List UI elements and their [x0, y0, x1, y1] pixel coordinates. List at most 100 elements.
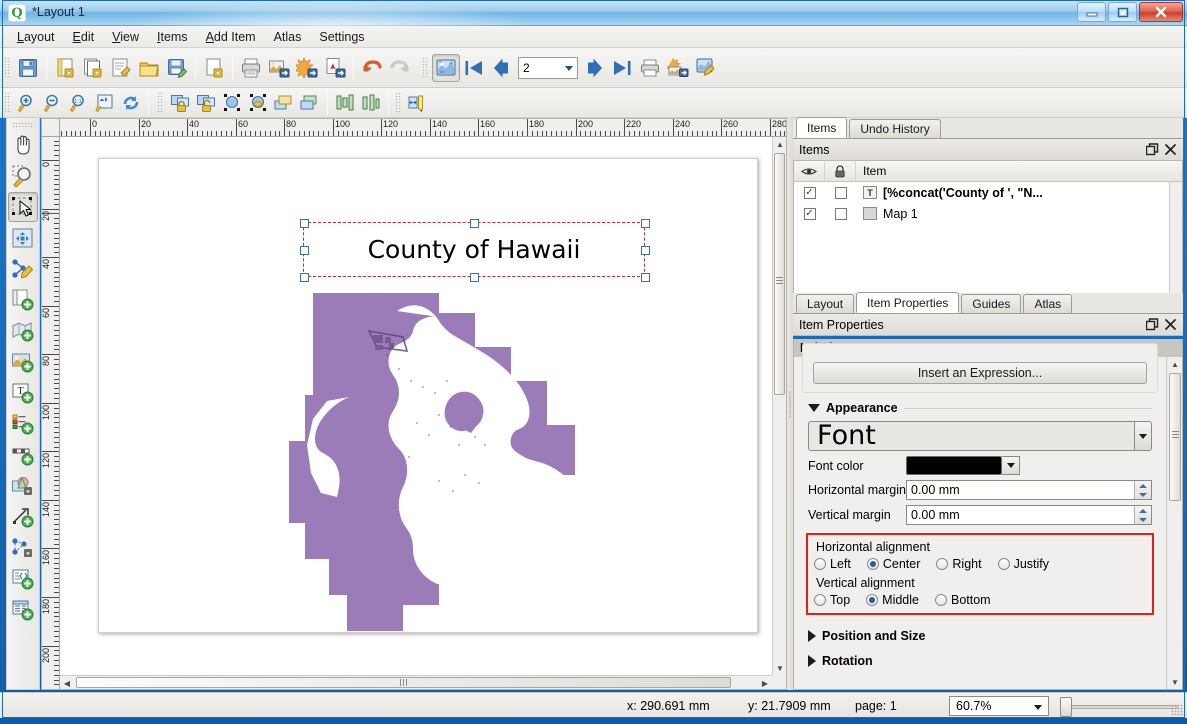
float-panel-icon[interactable] [1143, 141, 1161, 159]
font-button[interactable]: Font [808, 421, 1152, 451]
menu-layout[interactable]: Layout [8, 27, 64, 47]
export-atlas-image-icon[interactable] [664, 54, 692, 82]
radio-valign-middle[interactable]: Middle [866, 593, 919, 607]
redo-icon[interactable] [386, 54, 414, 82]
radio-align-center[interactable]: Center [867, 557, 921, 571]
tab-item-properties[interactable]: Item Properties [856, 292, 959, 313]
unlock-items-icon[interactable] [193, 91, 219, 115]
chevron-down-icon[interactable] [1134, 422, 1151, 450]
table-row[interactable]: ✓ T [%concat('County of ', "N... [794, 182, 1182, 203]
print-icon[interactable] [237, 54, 265, 82]
map-item-map1[interactable] [289, 285, 589, 645]
maximize-button[interactable] [1108, 2, 1137, 22]
atlas-toolbar-grip[interactable] [422, 57, 429, 79]
stepper-up-icon[interactable] [1135, 506, 1151, 515]
resize-handle-s[interactable] [470, 273, 479, 282]
add-picture-icon[interactable] [8, 347, 38, 377]
previous-feature-icon[interactable] [488, 54, 516, 82]
resize-handle-sw[interactable] [300, 273, 309, 282]
vertical-ruler[interactable]: 020406080100120140160180200 [42, 137, 60, 689]
tab-items[interactable]: Items [796, 117, 847, 138]
item-visibility-checkbox[interactable]: ✓ [794, 208, 825, 220]
group-items-icon[interactable] [219, 91, 245, 115]
zoom-level-combo[interactable]: 60.7% [949, 696, 1049, 716]
lock-items-icon[interactable] [167, 91, 193, 115]
stepper-down-icon[interactable] [1135, 515, 1151, 524]
scroll-down-icon[interactable]: ▼ [1167, 675, 1183, 689]
minimize-button[interactable] [1077, 2, 1106, 22]
horizontal-margin-spinbox[interactable]: 0.00 mm [906, 480, 1152, 500]
toolbar-grip[interactable] [395, 92, 402, 114]
radio-align-justify[interactable]: Justify [998, 557, 1049, 571]
open-template-icon[interactable] [135, 54, 163, 82]
tab-atlas[interactable]: Atlas [1023, 294, 1072, 313]
ungroup-items-icon[interactable] [245, 91, 271, 115]
canvas-vertical-scrollbar[interactable]: ▲ ▼ [772, 137, 786, 675]
position-and-size-section-header[interactable]: Position and Size [808, 629, 1166, 643]
stepper-up-icon[interactable] [1135, 481, 1151, 490]
save-template-icon[interactable] [163, 54, 191, 82]
scroll-right-icon[interactable]: ▶ [758, 676, 772, 690]
atlas-settings-icon[interactable] [692, 54, 720, 82]
toolbox-grip[interactable] [12, 122, 34, 128]
layout-manager-icon[interactable] [107, 54, 135, 82]
add-node-item-icon[interactable] [8, 533, 38, 563]
toolbar-grip[interactable] [4, 57, 11, 79]
scroll-down-icon[interactable]: ▼ [773, 661, 787, 675]
add-table-icon[interactable] [8, 595, 38, 625]
export-pdf-icon[interactable] [321, 54, 349, 82]
appearance-section-header[interactable]: Appearance [808, 401, 1166, 415]
resize-handle-w[interactable] [300, 246, 309, 255]
horizontal-ruler[interactable]: 020406080100120140160180200220240260280 [60, 119, 786, 137]
print-atlas-icon[interactable] [636, 54, 664, 82]
zoom-full-icon[interactable] [92, 91, 118, 115]
vertical-margin-spinbox[interactable]: 0.00 mm [906, 505, 1152, 525]
export-svg-icon[interactable] [293, 54, 321, 82]
radio-valign-bottom[interactable]: Bottom [935, 593, 991, 607]
tab-undo-history[interactable]: Undo History [849, 119, 940, 138]
raise-items-icon[interactable] [271, 91, 297, 115]
move-item-content-icon[interactable] [8, 223, 38, 253]
rotation-section-header[interactable]: Rotation [808, 654, 1166, 668]
resize-handle-ne[interactable] [641, 219, 650, 228]
toolbar-grip[interactable] [157, 92, 164, 114]
layout-page[interactable]: County of Hawaii [98, 158, 758, 633]
align-right-icon[interactable] [358, 91, 384, 115]
next-feature-icon[interactable] [580, 54, 608, 82]
atlas-page-combo[interactable]: 2 [518, 57, 578, 79]
zoom-slider-track[interactable] [1060, 705, 1178, 709]
radio-align-right[interactable]: Right [936, 557, 981, 571]
zoom-tool-icon[interactable] [8, 161, 38, 191]
layout-scene[interactable]: County of Hawaii [60, 137, 772, 675]
insert-expression-button[interactable]: Insert an Expression... [813, 362, 1147, 384]
align-left-icon[interactable] [332, 91, 358, 115]
preview-atlas-icon[interactable] [432, 54, 460, 82]
table-row[interactable]: ✓ Map 1 [794, 203, 1182, 224]
menu-edit[interactable]: Edit [64, 27, 104, 47]
add-label-icon[interactable]: T [8, 378, 38, 408]
close-button[interactable] [1139, 2, 1183, 22]
stepper-down-icon[interactable] [1135, 490, 1151, 499]
canvas-horizontal-scrollbar[interactable]: ◀ ▶ [60, 675, 772, 689]
distribute-icon[interactable] [405, 91, 431, 115]
duplicate-layout-icon[interactable] [79, 54, 107, 82]
item-lock-checkbox[interactable] [825, 208, 856, 220]
refresh-view-icon[interactable] [118, 91, 144, 115]
add-arrow-icon[interactable] [8, 502, 38, 532]
undo-icon[interactable] [358, 54, 386, 82]
menu-settings[interactable]: Settings [310, 27, 373, 47]
tab-guides[interactable]: Guides [961, 294, 1021, 313]
radio-align-left[interactable]: Left [814, 557, 851, 571]
first-feature-icon[interactable] [460, 54, 488, 82]
properties-scrollbar[interactable]: ▲ ▼ [1166, 357, 1182, 689]
radio-valign-top[interactable]: Top [814, 593, 850, 607]
select-move-item-icon[interactable] [8, 192, 38, 222]
toolbar-grip[interactable] [4, 92, 11, 114]
add-html-icon[interactable] [8, 564, 38, 594]
close-panel-icon[interactable] [1161, 141, 1179, 159]
tab-layout[interactable]: Layout [796, 294, 854, 313]
resize-handle-e[interactable] [641, 246, 650, 255]
menu-view[interactable]: View [103, 27, 148, 47]
item-lock-checkbox[interactable] [825, 187, 856, 199]
item-visibility-checkbox[interactable]: ✓ [794, 187, 825, 199]
